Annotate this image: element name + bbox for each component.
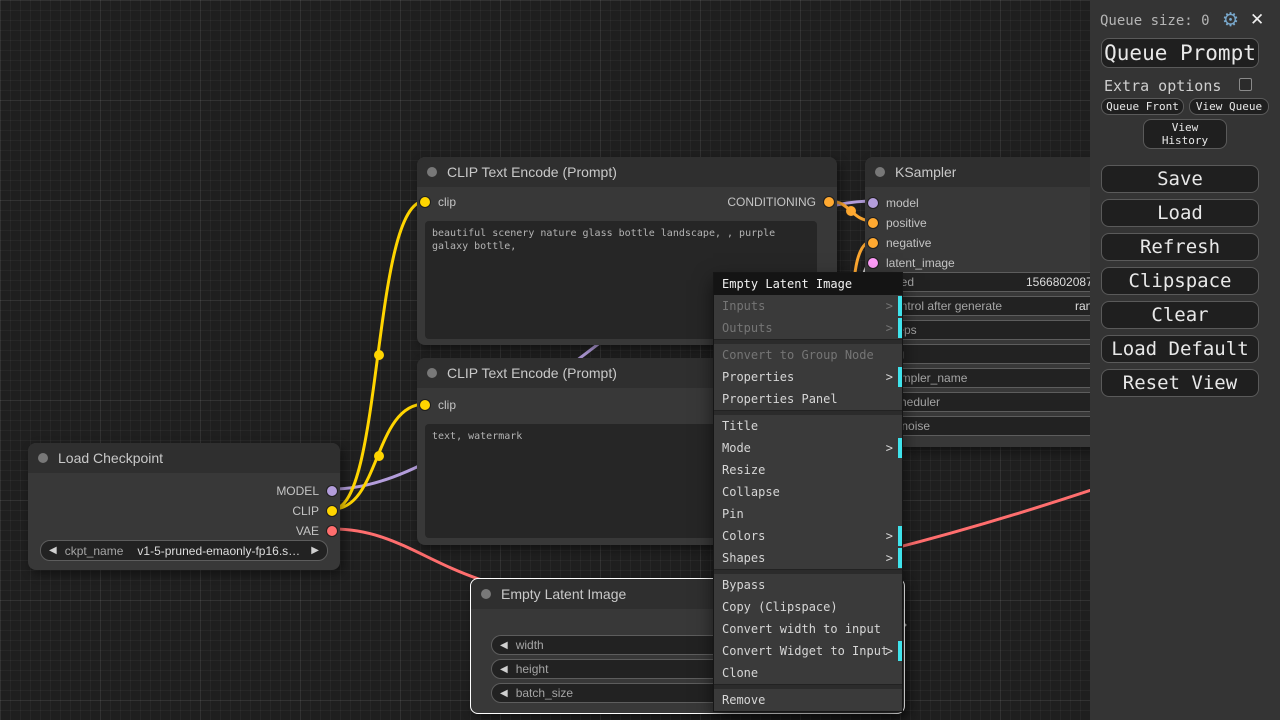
submenu-arrow-icon: > (886, 317, 893, 339)
input-port-latent-image[interactable]: latent_image (868, 256, 955, 270)
menu-item-mode[interactable]: Mode> (714, 437, 902, 459)
prev-arrow-icon[interactable]: ◀ (492, 664, 516, 675)
node-load-checkpoint[interactable]: Load Checkpoint MODEL CLIP VAE ◀ ckpt_na… (28, 443, 340, 570)
menu-item-pin[interactable]: Pin (714, 503, 902, 525)
next-arrow-icon[interactable]: ▶ (303, 545, 327, 556)
port-dot-icon[interactable] (868, 198, 878, 208)
input-port-model[interactable]: model (868, 196, 919, 210)
menu-item-title[interactable]: Title (714, 415, 902, 437)
widget-ckpt-name[interactable]: ◀ ckpt_name v1-5-pruned-emaonly-fp16.s… … (40, 540, 328, 561)
port-dot-icon[interactable] (824, 197, 834, 207)
save-button[interactable]: Save (1101, 165, 1259, 193)
input-port-clip[interactable]: clip (420, 195, 456, 209)
menu-item-outputs[interactable]: Outputs> (714, 317, 902, 339)
queue-prompt-button[interactable]: Queue Prompt (1101, 38, 1259, 68)
queue-panel: Queue size: 0 ⚙ ✕ Queue Prompt Extra opt… (1090, 0, 1280, 720)
link-dot[interactable] (374, 451, 384, 461)
menu-item-shapes[interactable]: Shapes> (714, 547, 902, 569)
view-queue-button[interactable]: View Queue (1189, 98, 1269, 115)
menu-item-colors[interactable]: Colors> (714, 525, 902, 547)
close-icon[interactable]: ✕ (1250, 10, 1264, 30)
output-port-model[interactable]: MODEL (276, 484, 337, 498)
port-dot-icon[interactable] (868, 238, 878, 248)
comfyui-app: CLIP Text Encode (Prompt) clip CONDITION… (0, 0, 1280, 720)
output-port-vae[interactable]: VAE (296, 524, 337, 538)
menu-item-properties-panel[interactable]: Properties Panel (714, 388, 902, 410)
clipspace-button[interactable]: Clipspace (1101, 267, 1259, 295)
prev-arrow-icon[interactable]: ◀ (41, 545, 65, 556)
menu-item-properties[interactable]: Properties> (714, 366, 902, 388)
menu-item-convert-to-group-node[interactable]: Convert to Group Node (714, 344, 902, 366)
submenu-arrow-icon: > (886, 295, 893, 317)
input-port-negative[interactable]: negative (868, 236, 931, 250)
prev-arrow-icon[interactable]: ◀ (492, 640, 516, 651)
node-titlebar[interactable]: CLIP Text Encode (Prompt) (417, 157, 837, 187)
queue-size-value: 0 (1201, 13, 1209, 29)
context-menu-title: Empty Latent Image (714, 273, 902, 295)
menu-item-resize[interactable]: Resize (714, 459, 902, 481)
node-title: CLIP Text Encode (Prompt) (447, 365, 617, 381)
submenu-arrow-icon: > (886, 525, 893, 547)
collapse-dot-icon[interactable] (38, 453, 48, 463)
node-title: Empty Latent Image (501, 586, 626, 602)
queue-front-button[interactable]: Queue Front (1101, 98, 1184, 115)
extra-options-label: Extra options (1104, 77, 1221, 95)
queue-size-text: Queue size: 0 (1100, 13, 1210, 29)
port-dot-icon[interactable] (868, 218, 878, 228)
menu-item-inputs[interactable]: Inputs> (714, 295, 902, 317)
collapse-dot-icon[interactable] (427, 368, 437, 378)
port-dot-icon[interactable] (327, 506, 337, 516)
link-dot[interactable] (846, 206, 856, 216)
menu-item-bypass[interactable]: Bypass (714, 574, 902, 596)
collapse-dot-icon[interactable] (875, 167, 885, 177)
menu-item-convert-widget-to-input[interactable]: Convert Widget to Input> (714, 640, 902, 662)
menu-item-convert-width-to-input[interactable]: Convert width to input (714, 618, 902, 640)
node-title: KSampler (895, 164, 956, 180)
node-title: CLIP Text Encode (Prompt) (447, 164, 617, 180)
settings-gear-icon[interactable]: ⚙ (1222, 9, 1239, 31)
load-button[interactable]: Load (1101, 199, 1259, 227)
submenu-arrow-icon: > (886, 437, 893, 459)
load-default-button[interactable]: Load Default (1101, 335, 1259, 363)
port-dot-icon[interactable] (868, 258, 878, 268)
clear-button[interactable]: Clear (1101, 301, 1259, 329)
collapse-dot-icon[interactable] (427, 167, 437, 177)
input-port-clip[interactable]: clip (420, 398, 456, 412)
submenu-arrow-icon: > (886, 366, 893, 388)
collapse-dot-icon[interactable] (481, 589, 491, 599)
context-menu: Empty Latent Image Inputs> Outputs> Conv… (713, 272, 903, 712)
submenu-arrow-icon: > (886, 547, 893, 569)
menu-item-clone[interactable]: Clone (714, 662, 902, 684)
reset-view-button[interactable]: Reset View (1101, 369, 1259, 397)
view-history-button[interactable]: View History (1143, 119, 1227, 149)
port-dot-icon[interactable] (327, 526, 337, 536)
link-dot[interactable] (374, 350, 384, 360)
refresh-button[interactable]: Refresh (1101, 233, 1259, 261)
menu-item-copy-clipspace[interactable]: Copy (Clipspace) (714, 596, 902, 618)
port-dot-icon[interactable] (327, 486, 337, 496)
menu-item-remove[interactable]: Remove (714, 689, 902, 711)
output-port-clip[interactable]: CLIP (292, 504, 337, 518)
node-titlebar[interactable]: Load Checkpoint (28, 443, 340, 473)
node-title: Load Checkpoint (58, 450, 163, 466)
port-dot-icon[interactable] (420, 197, 430, 207)
output-port-conditioning[interactable]: CONDITIONING (727, 195, 834, 209)
extra-options-checkbox[interactable] (1239, 78, 1252, 91)
input-port-positive[interactable]: positive (868, 216, 927, 230)
prev-arrow-icon[interactable]: ◀ (492, 688, 516, 699)
menu-item-collapse[interactable]: Collapse (714, 481, 902, 503)
port-dot-icon[interactable] (420, 400, 430, 410)
submenu-arrow-icon: > (886, 640, 893, 662)
